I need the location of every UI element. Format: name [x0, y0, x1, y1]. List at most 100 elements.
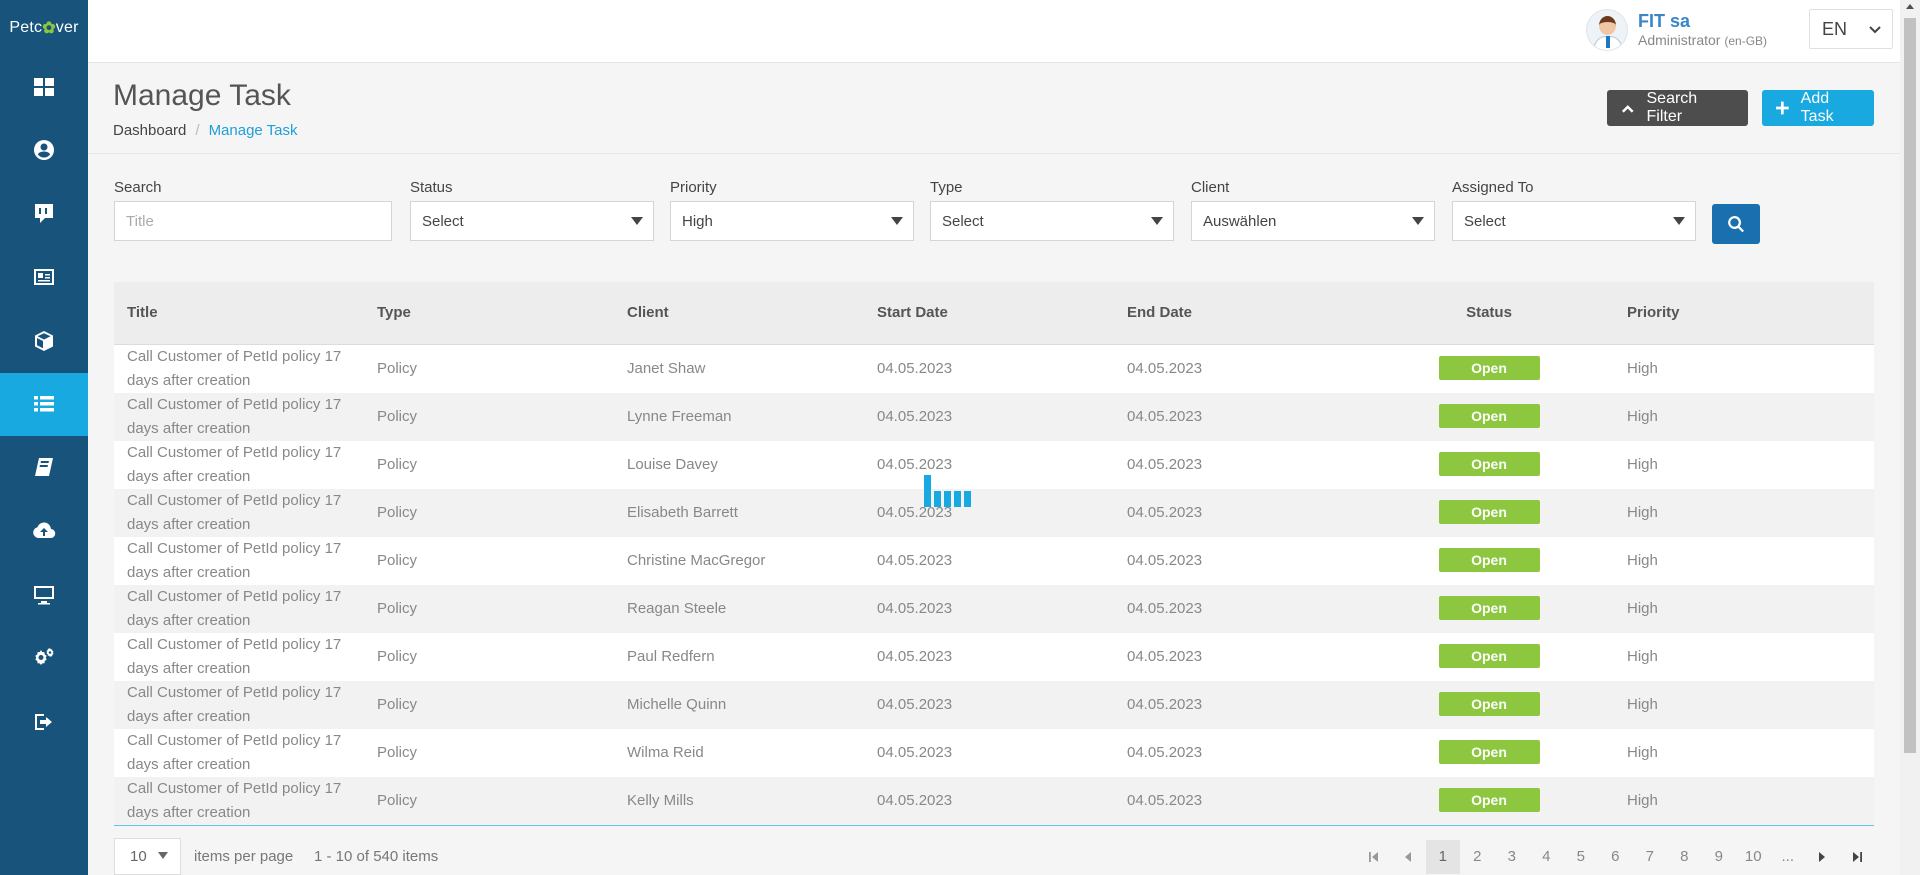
table-row[interactable]: Call Customer of PetId policy 17 days af…	[114, 536, 1874, 585]
sidebar-item-screens[interactable]	[0, 563, 88, 627]
avatar	[1586, 9, 1628, 51]
table-row[interactable]: Call Customer of PetId policy 17 days af…	[114, 488, 1874, 537]
table-row[interactable]: Call Customer of PetId policy 17 days af…	[114, 728, 1874, 777]
type-select[interactable]: Select	[930, 201, 1174, 241]
caret-down-icon	[891, 217, 903, 225]
sidebar-item-settings[interactable]	[0, 627, 88, 691]
column-header-end-date[interactable]: End Date	[1114, 282, 1364, 345]
table-row[interactable]: Call Customer of PetId policy 17 days af…	[114, 776, 1874, 826]
task-end-date-cell: 04.05.2023	[1114, 344, 1364, 393]
column-header-type[interactable]: Type	[364, 282, 614, 345]
app-logo[interactable]: Petc ✿ ver	[0, 0, 88, 55]
task-end-date-cell: 04.05.2023	[1114, 536, 1364, 585]
task-client-cell: Michelle Quinn	[614, 680, 864, 729]
sidebar-item-users[interactable]	[0, 119, 88, 183]
column-header-client[interactable]: Client	[614, 282, 864, 345]
page-number-button[interactable]: 3	[1495, 840, 1530, 874]
task-priority-cell: High	[1614, 536, 1874, 585]
page-scrollbar[interactable]	[1900, 0, 1920, 875]
chevron-up-icon	[1621, 105, 1634, 113]
scrollbar-thumb[interactable]	[1904, 18, 1916, 753]
status-badge: Open	[1438, 740, 1540, 764]
page-number-button[interactable]: 2	[1460, 840, 1495, 874]
table-row[interactable]: Call Customer of PetId policy 17 days af…	[114, 584, 1874, 633]
sidebar-item-contacts[interactable]	[0, 246, 88, 310]
sidebar-item-products[interactable]	[0, 309, 88, 373]
table-row[interactable]: Call Customer of PetId policy 17 days af…	[114, 392, 1874, 441]
chevron-down-icon	[1869, 26, 1881, 34]
task-title-cell: Call Customer of PetId policy 17 days af…	[114, 488, 364, 537]
table-row[interactable]: Call Customer of PetId policy 17 days af…	[114, 344, 1874, 393]
search-input[interactable]: Title	[114, 201, 392, 241]
task-status-cell: Open	[1364, 392, 1614, 441]
task-status-cell: Open	[1364, 728, 1614, 777]
page-number-button[interactable]: 7	[1633, 840, 1668, 874]
sidebar-item-tasks[interactable]	[0, 372, 88, 436]
page-number-button[interactable]: 5	[1564, 840, 1599, 874]
user-menu[interactable]: FIT sa Administrator (en-GB)	[1586, 9, 1767, 51]
page-number-button[interactable]: 9	[1702, 840, 1737, 874]
column-header-title[interactable]: Title	[114, 282, 364, 345]
search-button[interactable]	[1712, 204, 1760, 244]
breadcrumb-current[interactable]: Manage Task	[209, 122, 298, 139]
task-title-cell: Call Customer of PetId policy 17 days af…	[114, 536, 364, 585]
last-page-button[interactable]	[1840, 840, 1875, 874]
client-select[interactable]: Auswählen	[1191, 201, 1435, 241]
task-title-cell: Call Customer of PetId policy 17 days af…	[114, 440, 364, 489]
logout-icon	[35, 713, 52, 730]
page-ellipsis[interactable]: ...	[1771, 840, 1806, 874]
sidebar-item-messages[interactable]	[0, 182, 88, 246]
task-title-cell: Call Customer of PetId policy 17 days af…	[114, 584, 364, 633]
priority-select[interactable]: High	[670, 201, 914, 241]
task-type-cell: Policy	[364, 632, 614, 681]
status-badge: Open	[1438, 548, 1540, 572]
chat-icon	[35, 203, 53, 223]
page-number-button[interactable]: 1	[1425, 839, 1460, 874]
task-type-cell: Policy	[364, 536, 614, 585]
caret-down-icon	[1412, 217, 1424, 225]
previous-page-button[interactable]	[1391, 840, 1426, 874]
column-header-status[interactable]: Status	[1364, 282, 1614, 345]
task-type-cell: Policy	[364, 440, 614, 489]
task-client-cell: Paul Redfern	[614, 632, 864, 681]
column-header-start-date[interactable]: Start Date	[864, 282, 1114, 345]
next-page-button[interactable]	[1805, 840, 1840, 874]
type-group: Type Select	[930, 179, 1174, 241]
search-filter-button[interactable]: Search Filter	[1607, 90, 1748, 126]
breadcrumb-home[interactable]: Dashboard	[113, 122, 186, 139]
page-number-button[interactable]: 6	[1598, 840, 1633, 874]
task-start-date-cell: 04.05.2023	[864, 440, 1114, 489]
task-end-date-cell: 04.05.2023	[1114, 392, 1364, 441]
filter-bar: Search Title Status Select Priority High…	[88, 155, 1900, 265]
page-number-button[interactable]: 8	[1667, 840, 1702, 874]
assigned-to-select[interactable]: Select	[1452, 201, 1696, 241]
task-start-date-cell: 04.05.2023	[864, 488, 1114, 537]
task-status-cell: Open	[1364, 440, 1614, 489]
sidebar-item-upload[interactable]	[0, 500, 88, 564]
previous-page-icon	[1405, 851, 1412, 862]
status-badge: Open	[1438, 500, 1540, 524]
task-client-cell: Kelly Mills	[614, 776, 864, 826]
task-priority-cell: High	[1614, 584, 1874, 633]
items-per-page-select[interactable]: 10	[114, 838, 181, 875]
sidebar-item-documents[interactable]	[0, 436, 88, 500]
column-header-priority[interactable]: Priority	[1614, 282, 1874, 345]
task-type-cell: Policy	[364, 488, 614, 537]
caret-down-icon	[1151, 217, 1163, 225]
first-page-button[interactable]	[1357, 840, 1392, 874]
add-task-button[interactable]: Add Task	[1762, 90, 1874, 126]
gears-icon	[35, 648, 54, 666]
table-row[interactable]: Call Customer of PetId policy 17 days af…	[114, 680, 1874, 729]
status-group: Status Select	[410, 179, 654, 241]
task-start-date-cell: 04.05.2023	[864, 680, 1114, 729]
page-number-button[interactable]: 10	[1736, 840, 1771, 874]
status-select[interactable]: Select	[410, 201, 654, 241]
sidebar-item-dashboard[interactable]	[0, 55, 88, 119]
language-select[interactable]: EN	[1809, 9, 1893, 49]
scroll-up-arrow-icon[interactable]	[1906, 4, 1914, 9]
page-number-button[interactable]: 4	[1529, 840, 1564, 874]
table-row[interactable]: Call Customer of PetId policy 17 days af…	[114, 632, 1874, 681]
sidebar-item-logout[interactable]	[0, 690, 88, 754]
table-row[interactable]: Call Customer of PetId policy 17 days af…	[114, 440, 1874, 489]
task-client-cell: Reagan Steele	[614, 584, 864, 633]
